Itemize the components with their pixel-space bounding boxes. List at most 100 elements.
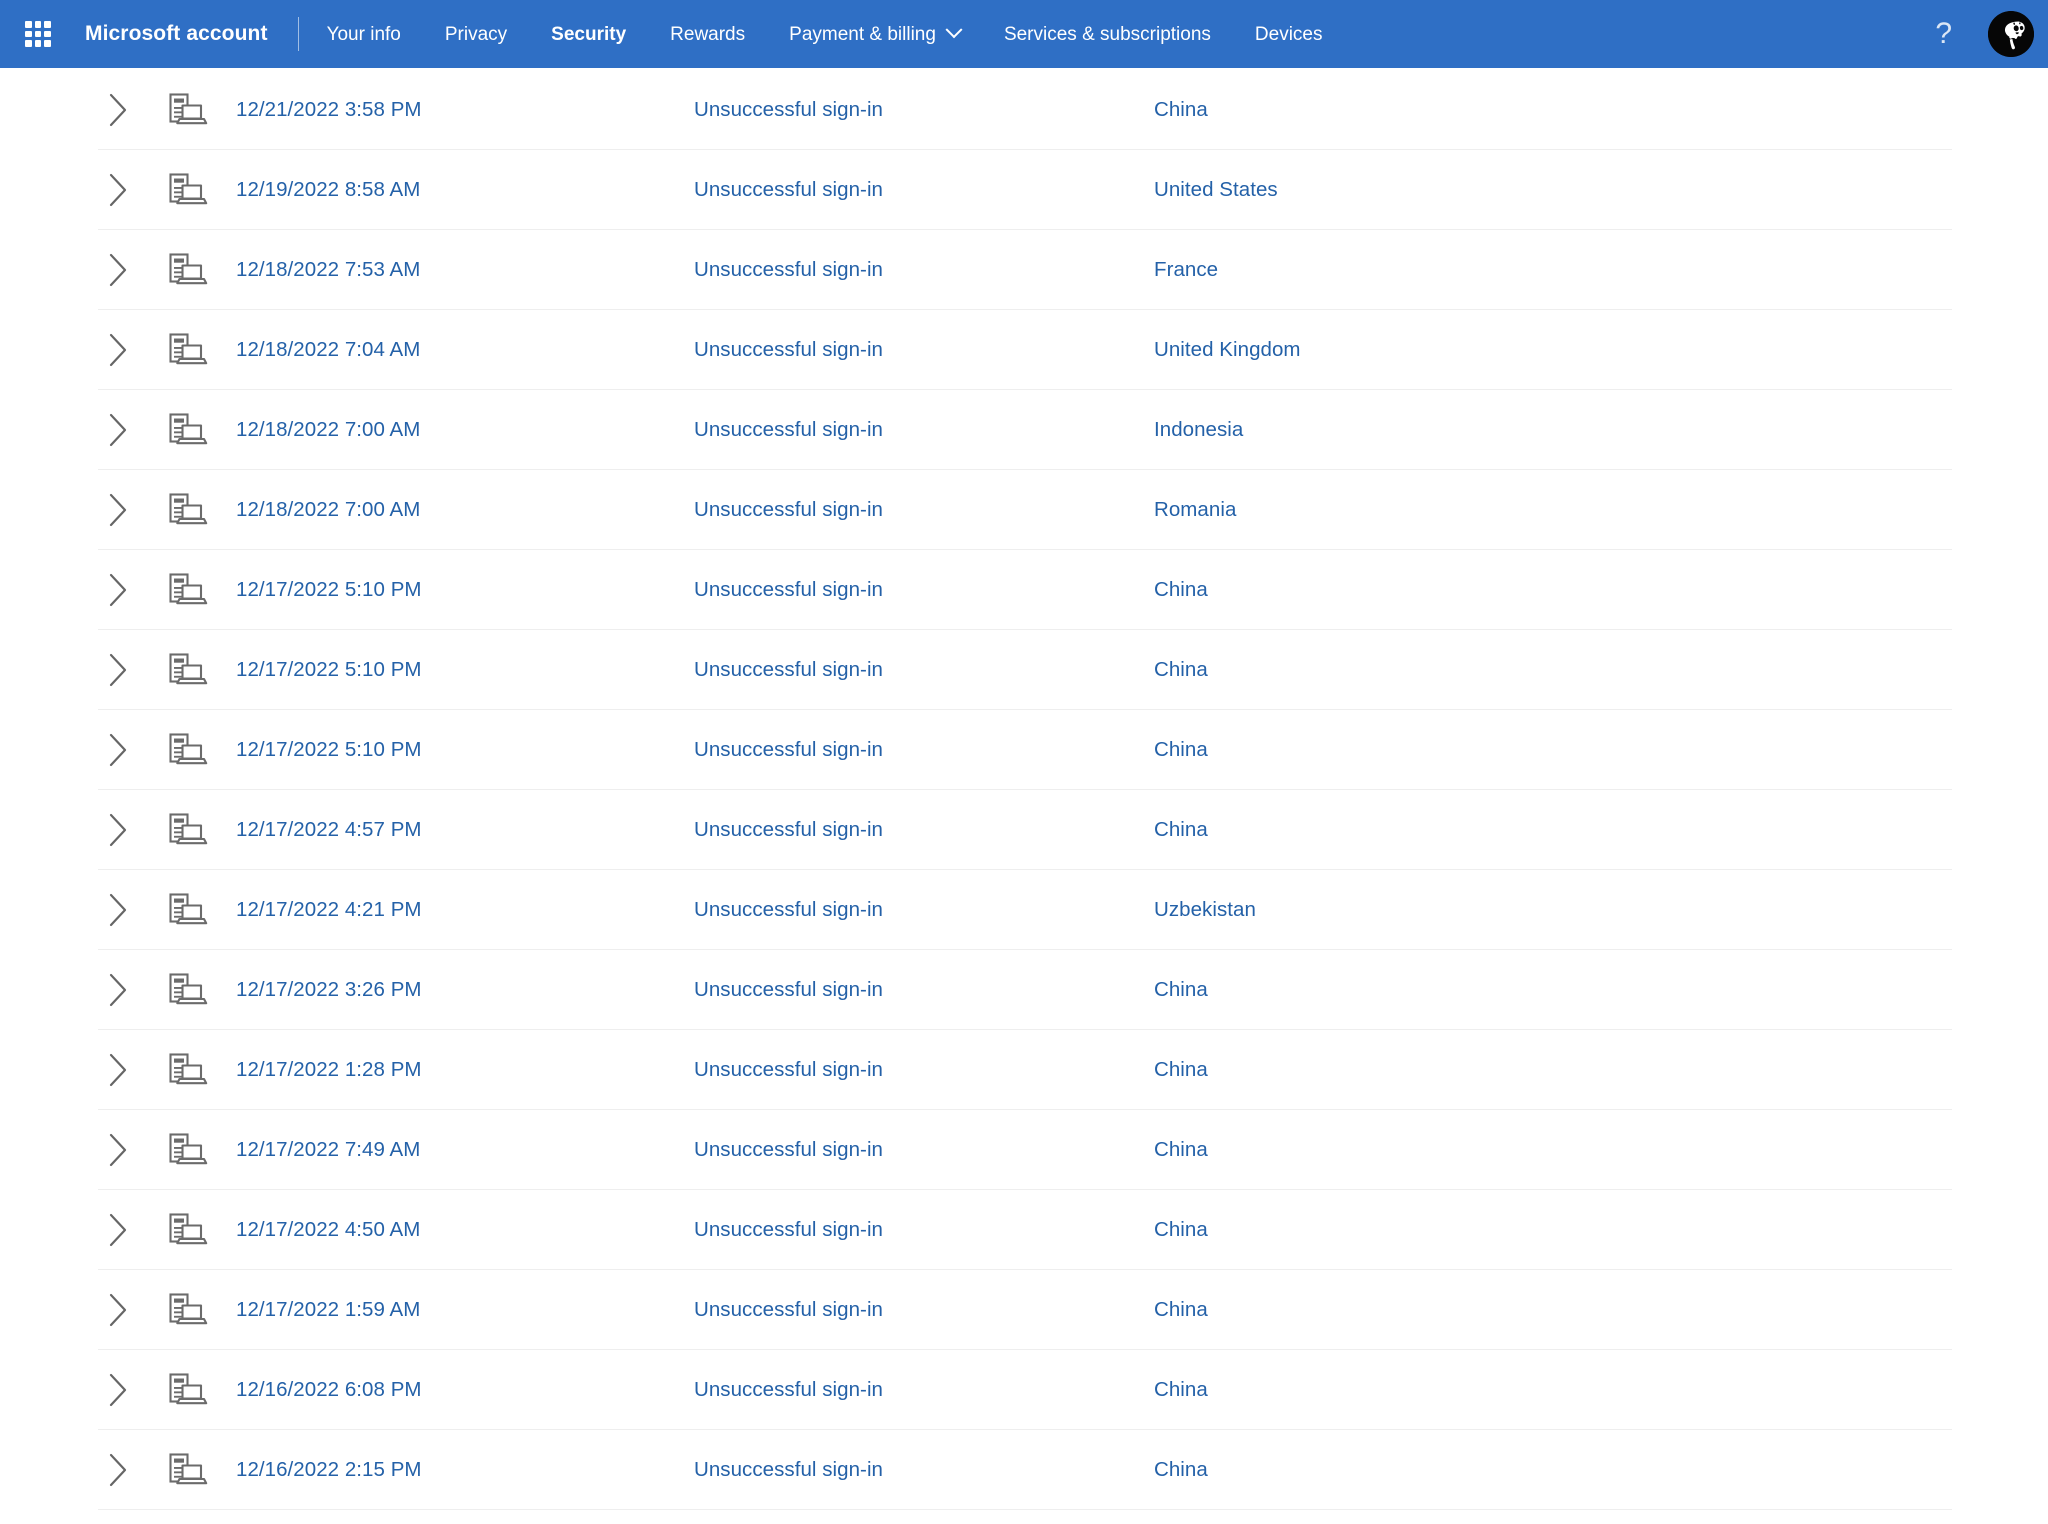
expand-row-chevron-right-icon[interactable] xyxy=(98,92,156,128)
activity-location[interactable]: China xyxy=(1154,978,1952,1002)
app-launcher-waffle-icon[interactable] xyxy=(18,14,58,54)
activity-row[interactable]: 12/16/2022 2:15 PM Unsuccessful sign-in … xyxy=(98,1430,1952,1510)
expand-row-chevron-right-icon[interactable] xyxy=(98,1372,156,1408)
nav-item-payment-billing[interactable]: Payment & billing xyxy=(767,19,982,50)
activity-type[interactable]: Unsuccessful sign-in xyxy=(694,98,1154,122)
activity-location[interactable]: China xyxy=(1154,1138,1952,1162)
activity-date[interactable]: 12/17/2022 4:50 AM xyxy=(234,1218,694,1242)
activity-date[interactable]: 12/18/2022 7:00 AM xyxy=(234,498,694,522)
activity-row[interactable]: 12/17/2022 5:10 PM Unsuccessful sign-in … xyxy=(98,550,1952,630)
activity-type[interactable]: Unsuccessful sign-in xyxy=(694,818,1154,842)
activity-location[interactable]: China xyxy=(1154,658,1952,682)
expand-row-chevron-right-icon[interactable] xyxy=(98,332,156,368)
activity-location[interactable]: China xyxy=(1154,98,1952,122)
activity-location[interactable]: China xyxy=(1154,818,1952,842)
activity-location[interactable]: China xyxy=(1154,578,1952,602)
activity-date[interactable]: 12/16/2022 2:15 PM xyxy=(234,1458,694,1482)
activity-type[interactable]: Unsuccessful sign-in xyxy=(694,258,1154,282)
expand-row-chevron-right-icon[interactable] xyxy=(98,1452,156,1488)
expand-row-chevron-right-icon[interactable] xyxy=(98,732,156,768)
expand-row-chevron-right-icon[interactable] xyxy=(98,1132,156,1168)
activity-type[interactable]: Unsuccessful sign-in xyxy=(694,1378,1154,1402)
activity-type[interactable]: Unsuccessful sign-in xyxy=(694,898,1154,922)
activity-row[interactable]: 12/17/2022 4:50 AM Unsuccessful sign-in … xyxy=(98,1190,1952,1270)
expand-row-chevron-right-icon[interactable] xyxy=(98,412,156,448)
activity-row[interactable]: 12/17/2022 5:10 PM Unsuccessful sign-in … xyxy=(98,630,1952,710)
expand-row-chevron-right-icon[interactable] xyxy=(98,1212,156,1248)
expand-row-chevron-right-icon[interactable] xyxy=(98,892,156,928)
activity-date[interactable]: 12/18/2022 7:53 AM xyxy=(234,258,694,282)
activity-row[interactable]: 12/17/2022 1:28 PM Unsuccessful sign-in … xyxy=(98,1030,1952,1110)
activity-location[interactable]: Indonesia xyxy=(1154,418,1952,442)
expand-row-chevron-right-icon[interactable] xyxy=(98,652,156,688)
activity-type[interactable]: Unsuccessful sign-in xyxy=(694,1218,1154,1242)
activity-location[interactable]: China xyxy=(1154,1058,1952,1082)
activity-date[interactable]: 12/16/2022 6:08 PM xyxy=(234,1378,694,1402)
activity-type[interactable]: Unsuccessful sign-in xyxy=(694,578,1154,602)
activity-date[interactable]: 12/17/2022 4:21 PM xyxy=(234,898,694,922)
activity-location[interactable]: China xyxy=(1154,1378,1952,1402)
activity-location[interactable]: Uzbekistan xyxy=(1154,898,1952,922)
activity-row[interactable]: 12/17/2022 4:21 PM Unsuccessful sign-in … xyxy=(98,870,1952,950)
activity-type[interactable]: Unsuccessful sign-in xyxy=(694,1298,1154,1322)
activity-type[interactable]: Unsuccessful sign-in xyxy=(694,738,1154,762)
activity-location[interactable]: China xyxy=(1154,1458,1952,1482)
activity-row[interactable]: 12/17/2022 5:10 PM Unsuccessful sign-in … xyxy=(98,710,1952,790)
brand-title[interactable]: Microsoft account xyxy=(85,22,268,46)
activity-location[interactable]: France xyxy=(1154,258,1952,282)
activity-type[interactable]: Unsuccessful sign-in xyxy=(694,498,1154,522)
expand-row-chevron-right-icon[interactable] xyxy=(98,172,156,208)
activity-type[interactable]: Unsuccessful sign-in xyxy=(694,178,1154,202)
activity-type[interactable]: Unsuccessful sign-in xyxy=(694,338,1154,362)
activity-row[interactable]: 12/21/2022 3:58 PM Unsuccessful sign-in … xyxy=(98,70,1952,150)
activity-date[interactable]: 12/17/2022 5:10 PM xyxy=(234,658,694,682)
expand-row-chevron-right-icon[interactable] xyxy=(98,252,156,288)
activity-row[interactable]: 12/18/2022 7:00 AM Unsuccessful sign-in … xyxy=(98,390,1952,470)
activity-type[interactable]: Unsuccessful sign-in xyxy=(694,1058,1154,1082)
activity-type[interactable]: Unsuccessful sign-in xyxy=(694,658,1154,682)
expand-row-chevron-right-icon[interactable] xyxy=(98,972,156,1008)
nav-item-rewards[interactable]: Rewards xyxy=(648,19,767,50)
activity-date[interactable]: 12/17/2022 3:26 PM xyxy=(234,978,694,1002)
activity-row[interactable]: 12/17/2022 7:49 AM Unsuccessful sign-in … xyxy=(98,1110,1952,1190)
activity-date[interactable]: 12/18/2022 7:04 AM xyxy=(234,338,694,362)
activity-row[interactable]: 12/17/2022 3:26 PM Unsuccessful sign-in … xyxy=(98,950,1952,1030)
activity-row[interactable]: 12/16/2022 6:08 PM Unsuccessful sign-in … xyxy=(98,1350,1952,1430)
expand-row-chevron-right-icon[interactable] xyxy=(98,812,156,848)
expand-row-chevron-right-icon[interactable] xyxy=(98,1292,156,1328)
activity-type[interactable]: Unsuccessful sign-in xyxy=(694,1138,1154,1162)
nav-item-your-info[interactable]: Your info xyxy=(305,19,423,50)
help-icon[interactable]: ? xyxy=(1927,17,1960,51)
activity-date[interactable]: 12/21/2022 3:58 PM xyxy=(234,98,694,122)
activity-location[interactable]: United Kingdom xyxy=(1154,338,1952,362)
activity-row[interactable]: 12/18/2022 7:53 AM Unsuccessful sign-in … xyxy=(98,230,1952,310)
nav-item-devices[interactable]: Devices xyxy=(1233,19,1345,50)
activity-location[interactable]: China xyxy=(1154,1298,1952,1322)
expand-row-chevron-right-icon[interactable] xyxy=(98,572,156,608)
expand-row-chevron-right-icon[interactable] xyxy=(98,492,156,528)
activity-location[interactable]: Romania xyxy=(1154,498,1952,522)
activity-date[interactable]: 12/17/2022 7:49 AM xyxy=(234,1138,694,1162)
activity-location[interactable]: China xyxy=(1154,1218,1952,1242)
activity-row[interactable]: 12/17/2022 4:57 PM Unsuccessful sign-in … xyxy=(98,790,1952,870)
activity-date[interactable]: 12/18/2022 7:00 AM xyxy=(234,418,694,442)
activity-date[interactable]: 12/17/2022 5:10 PM xyxy=(234,738,694,762)
activity-type[interactable]: Unsuccessful sign-in xyxy=(694,418,1154,442)
user-avatar[interactable] xyxy=(1988,11,2034,57)
activity-type[interactable]: Unsuccessful sign-in xyxy=(694,978,1154,1002)
activity-location[interactable]: United States xyxy=(1154,178,1952,202)
nav-item-services-subscriptions[interactable]: Services & subscriptions xyxy=(982,19,1233,50)
nav-item-privacy[interactable]: Privacy xyxy=(423,19,529,50)
nav-item-security[interactable]: Security xyxy=(529,19,648,50)
expand-row-chevron-right-icon[interactable] xyxy=(98,1052,156,1088)
activity-location[interactable]: China xyxy=(1154,738,1952,762)
activity-date[interactable]: 12/17/2022 4:57 PM xyxy=(234,818,694,842)
activity-date[interactable]: 12/17/2022 5:10 PM xyxy=(234,578,694,602)
activity-type[interactable]: Unsuccessful sign-in xyxy=(694,1458,1154,1482)
activity-date[interactable]: 12/17/2022 1:28 PM xyxy=(234,1058,694,1082)
activity-row[interactable]: 12/18/2022 7:00 AM Unsuccessful sign-in … xyxy=(98,470,1952,550)
activity-date[interactable]: 12/19/2022 8:58 AM xyxy=(234,178,694,202)
activity-row[interactable]: 12/18/2022 7:04 AM Unsuccessful sign-in … xyxy=(98,310,1952,390)
activity-date[interactable]: 12/17/2022 1:59 AM xyxy=(234,1298,694,1322)
activity-row[interactable]: 12/17/2022 1:59 AM Unsuccessful sign-in … xyxy=(98,1270,1952,1350)
